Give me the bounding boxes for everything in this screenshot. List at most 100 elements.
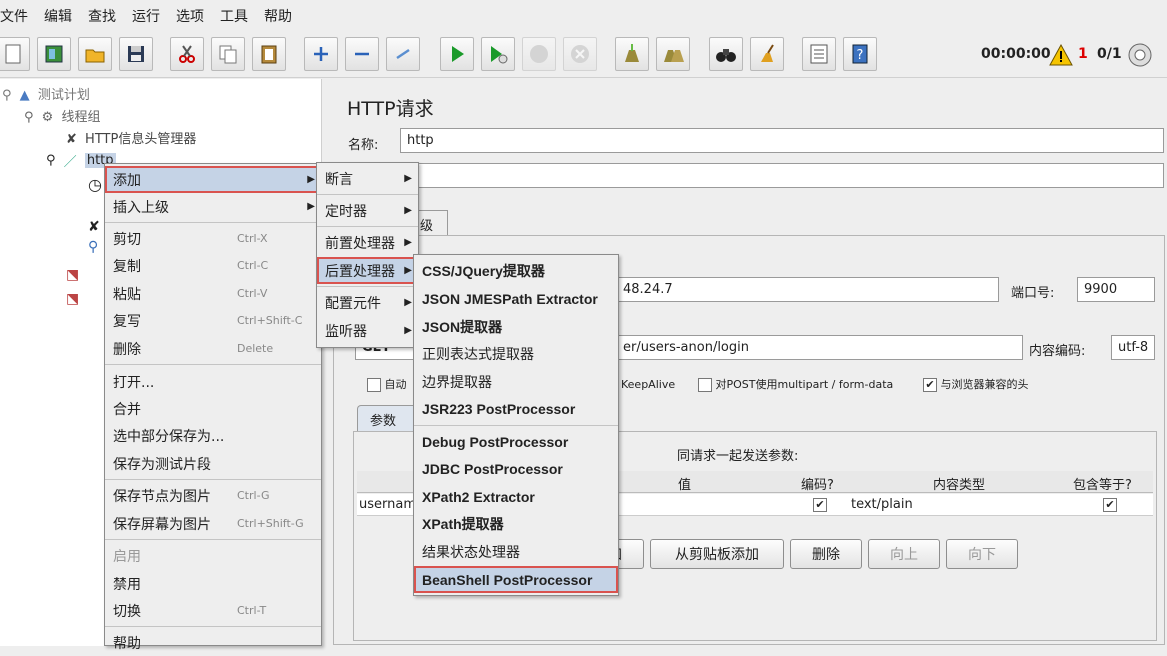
tree-expand-icon[interactable]: ⚲: [24, 110, 34, 125]
menu-file[interactable]: 文件: [0, 6, 36, 26]
menu-item-debug-postprocessor[interactable]: Debug PostProcessor: [414, 428, 618, 455]
clear-button[interactable]: [615, 37, 649, 71]
port-field[interactable]: 9900: [1077, 277, 1155, 302]
warning-count: 1: [1078, 46, 1088, 62]
menu-item-xpath-extractor[interactable]: XPath提取器: [414, 510, 618, 537]
new-button[interactable]: [0, 37, 30, 71]
collapse-button[interactable]: [345, 37, 379, 71]
context-menu: 添加 ▶ 插入上级 ▶ 剪切 Ctrl-X 复制 Ctrl-C 粘贴 Ctrl-V 复写 C…: [104, 163, 322, 652]
comments-field[interactable]: [400, 163, 1164, 188]
menu-separator: [317, 194, 418, 195]
menu-item-paste[interactable]: 粘贴 Ctrl-V: [105, 280, 321, 307]
path-field[interactable]: er/users-anon/login: [616, 335, 1023, 360]
encoding-field[interactable]: utf-8: [1111, 335, 1155, 360]
submenu-arrow-icon: ▶: [404, 265, 412, 276]
menu-item-result-status-handler[interactable]: 结果状态处理器: [414, 538, 618, 565]
menu-item-add[interactable]: 添加 ▶: [105, 166, 321, 193]
save-button[interactable]: [119, 37, 153, 71]
menu-item-post-processors[interactable]: 后置处理器 ▶: [317, 257, 418, 284]
row-include-equals-cell[interactable]: ✔: [1103, 497, 1117, 512]
remote-status-icon[interactable]: [1127, 42, 1153, 68]
row-content-type-cell: text/plain: [851, 497, 913, 512]
delete-button[interactable]: 删除: [790, 539, 862, 569]
menu-tools[interactable]: 工具: [212, 6, 256, 26]
new-file-icon: [5, 44, 21, 64]
warning-icon[interactable]: [1049, 44, 1073, 66]
menu-item-insert-parent[interactable]: 插入上级 ▶: [105, 193, 321, 220]
row-encode-cell[interactable]: ✔: [813, 497, 827, 512]
menu-item-save-screen-image[interactable]: 保存屏幕为图片 Ctrl+Shift-G: [105, 510, 321, 537]
tree-node-thread-group[interactable]: ⚲ ⚙ 线程组: [24, 106, 100, 125]
menu-item-duplicate[interactable]: 复写 Ctrl+Shift-C: [105, 307, 321, 334]
menu-item-pre-processors[interactable]: 前置处理器 ▶: [317, 229, 418, 256]
pipette-icon: ／: [63, 155, 77, 170]
reset-search-button[interactable]: [750, 37, 784, 71]
menu-item-regex-extractor[interactable]: 正则表达式提取器: [414, 340, 618, 367]
menu-separator: [105, 539, 321, 540]
templates-icon: [45, 45, 63, 63]
cut-button[interactable]: [170, 37, 204, 71]
copy-button[interactable]: [211, 37, 245, 71]
open-button[interactable]: [78, 37, 112, 71]
auto-redirect-checkbox[interactable]: 自动: [367, 376, 407, 392]
tree-node-header-manager[interactable]: ✘ HTTP信息头管理器: [66, 128, 196, 147]
start-button[interactable]: [440, 37, 474, 71]
search-button[interactable]: [709, 37, 743, 71]
menu-item-listener[interactable]: 监听器 ▶: [317, 317, 418, 344]
menu-item-assertions[interactable]: 断言 ▶: [317, 165, 418, 192]
name-field[interactable]: http: [400, 128, 1164, 153]
menu-item-boundary-extractor[interactable]: 边界提取器: [414, 368, 618, 395]
menu-item-beanshell-postprocessor[interactable]: BeanShell PostProcessor: [414, 566, 618, 593]
menu-options[interactable]: 选项: [168, 6, 212, 26]
menu-item-open[interactable]: 打开...: [105, 368, 321, 395]
menu-item-toggle[interactable]: 切换 Ctrl-T: [105, 597, 321, 624]
move-up-button[interactable]: 向上: [868, 539, 940, 569]
menu-item-timer[interactable]: 定时器 ▶: [317, 197, 418, 224]
clear-all-button[interactable]: [656, 37, 690, 71]
menu-item-merge[interactable]: 合并: [105, 395, 321, 422]
menu-item-enable[interactable]: 启用: [105, 542, 321, 569]
gear-icon: ⚙: [41, 110, 54, 125]
tab-parameters[interactable]: 参数: [357, 405, 417, 431]
add-from-clipboard-button[interactable]: 从剪贴板添加: [650, 539, 784, 569]
tree-expand-icon[interactable]: ⚲: [46, 153, 56, 168]
function-helper-button[interactable]: [802, 37, 836, 71]
templates-button[interactable]: [37, 37, 71, 71]
browser-headers-checkbox[interactable]: ✔ 与浏览器兼容的头: [923, 376, 1029, 392]
toggle-button[interactable]: [386, 37, 420, 71]
tree-node-test-plan[interactable]: ⚲ ▲ 测试计划: [2, 84, 90, 103]
menu-item-jdbc-postprocessor[interactable]: JDBC PostProcessor: [414, 455, 618, 482]
menu-item-disable[interactable]: 禁用: [105, 570, 321, 597]
menu-separator: [105, 364, 321, 365]
shutdown-button[interactable]: [563, 37, 597, 71]
menu-item-css-jquery-extractor[interactable]: CSS/JQuery提取器: [414, 257, 618, 284]
menu-help[interactable]: 帮助: [256, 6, 300, 26]
paste-button[interactable]: [252, 37, 286, 71]
server-field[interactable]: 48.24.7: [616, 277, 999, 302]
menu-item-save-fragment[interactable]: 保存为测试片段: [105, 450, 321, 477]
menu-item-copy[interactable]: 复制 Ctrl-C: [105, 252, 321, 279]
menu-item-json-extractor[interactable]: JSON提取器: [414, 313, 618, 340]
menu-run[interactable]: 运行: [124, 6, 168, 26]
stop-button[interactable]: [522, 37, 556, 71]
tree-expand-icon[interactable]: ⚲: [2, 88, 12, 103]
start-no-pauses-button[interactable]: [481, 37, 515, 71]
menu-item-cut[interactable]: 剪切 Ctrl-X: [105, 225, 321, 252]
menu-item-help[interactable]: 帮助: [105, 629, 321, 656]
menu-item-xpath2-extractor[interactable]: XPath2 Extractor: [414, 483, 618, 510]
cut-icon: [179, 45, 195, 63]
menu-edit[interactable]: 编辑: [36, 6, 80, 26]
multipart-checkbox[interactable]: 对POST使用multipart / form-data: [698, 376, 893, 392]
expand-button[interactable]: [304, 37, 338, 71]
menu-item-delete[interactable]: 删除 Delete: [105, 335, 321, 362]
wrench-icon: ✘: [88, 219, 100, 235]
menu-item-config-element[interactable]: 配置元件 ▶: [317, 289, 418, 316]
menu-item-json-jmespath-extractor[interactable]: JSON JMESPath Extractor: [414, 285, 618, 312]
menu-item-save-selection[interactable]: 选中部分保存为...: [105, 422, 321, 449]
menu-item-save-node-image[interactable]: 保存节点为图片 Ctrl-G: [105, 482, 321, 509]
move-down-button[interactable]: 向下: [946, 539, 1018, 569]
menu-item-jsr223-postprocessor[interactable]: JSR223 PostProcessor: [414, 395, 618, 422]
menu-search[interactable]: 查找: [80, 6, 124, 26]
help-button[interactable]: ?: [843, 37, 877, 71]
submenu-arrow-icon: ▶: [404, 237, 412, 248]
